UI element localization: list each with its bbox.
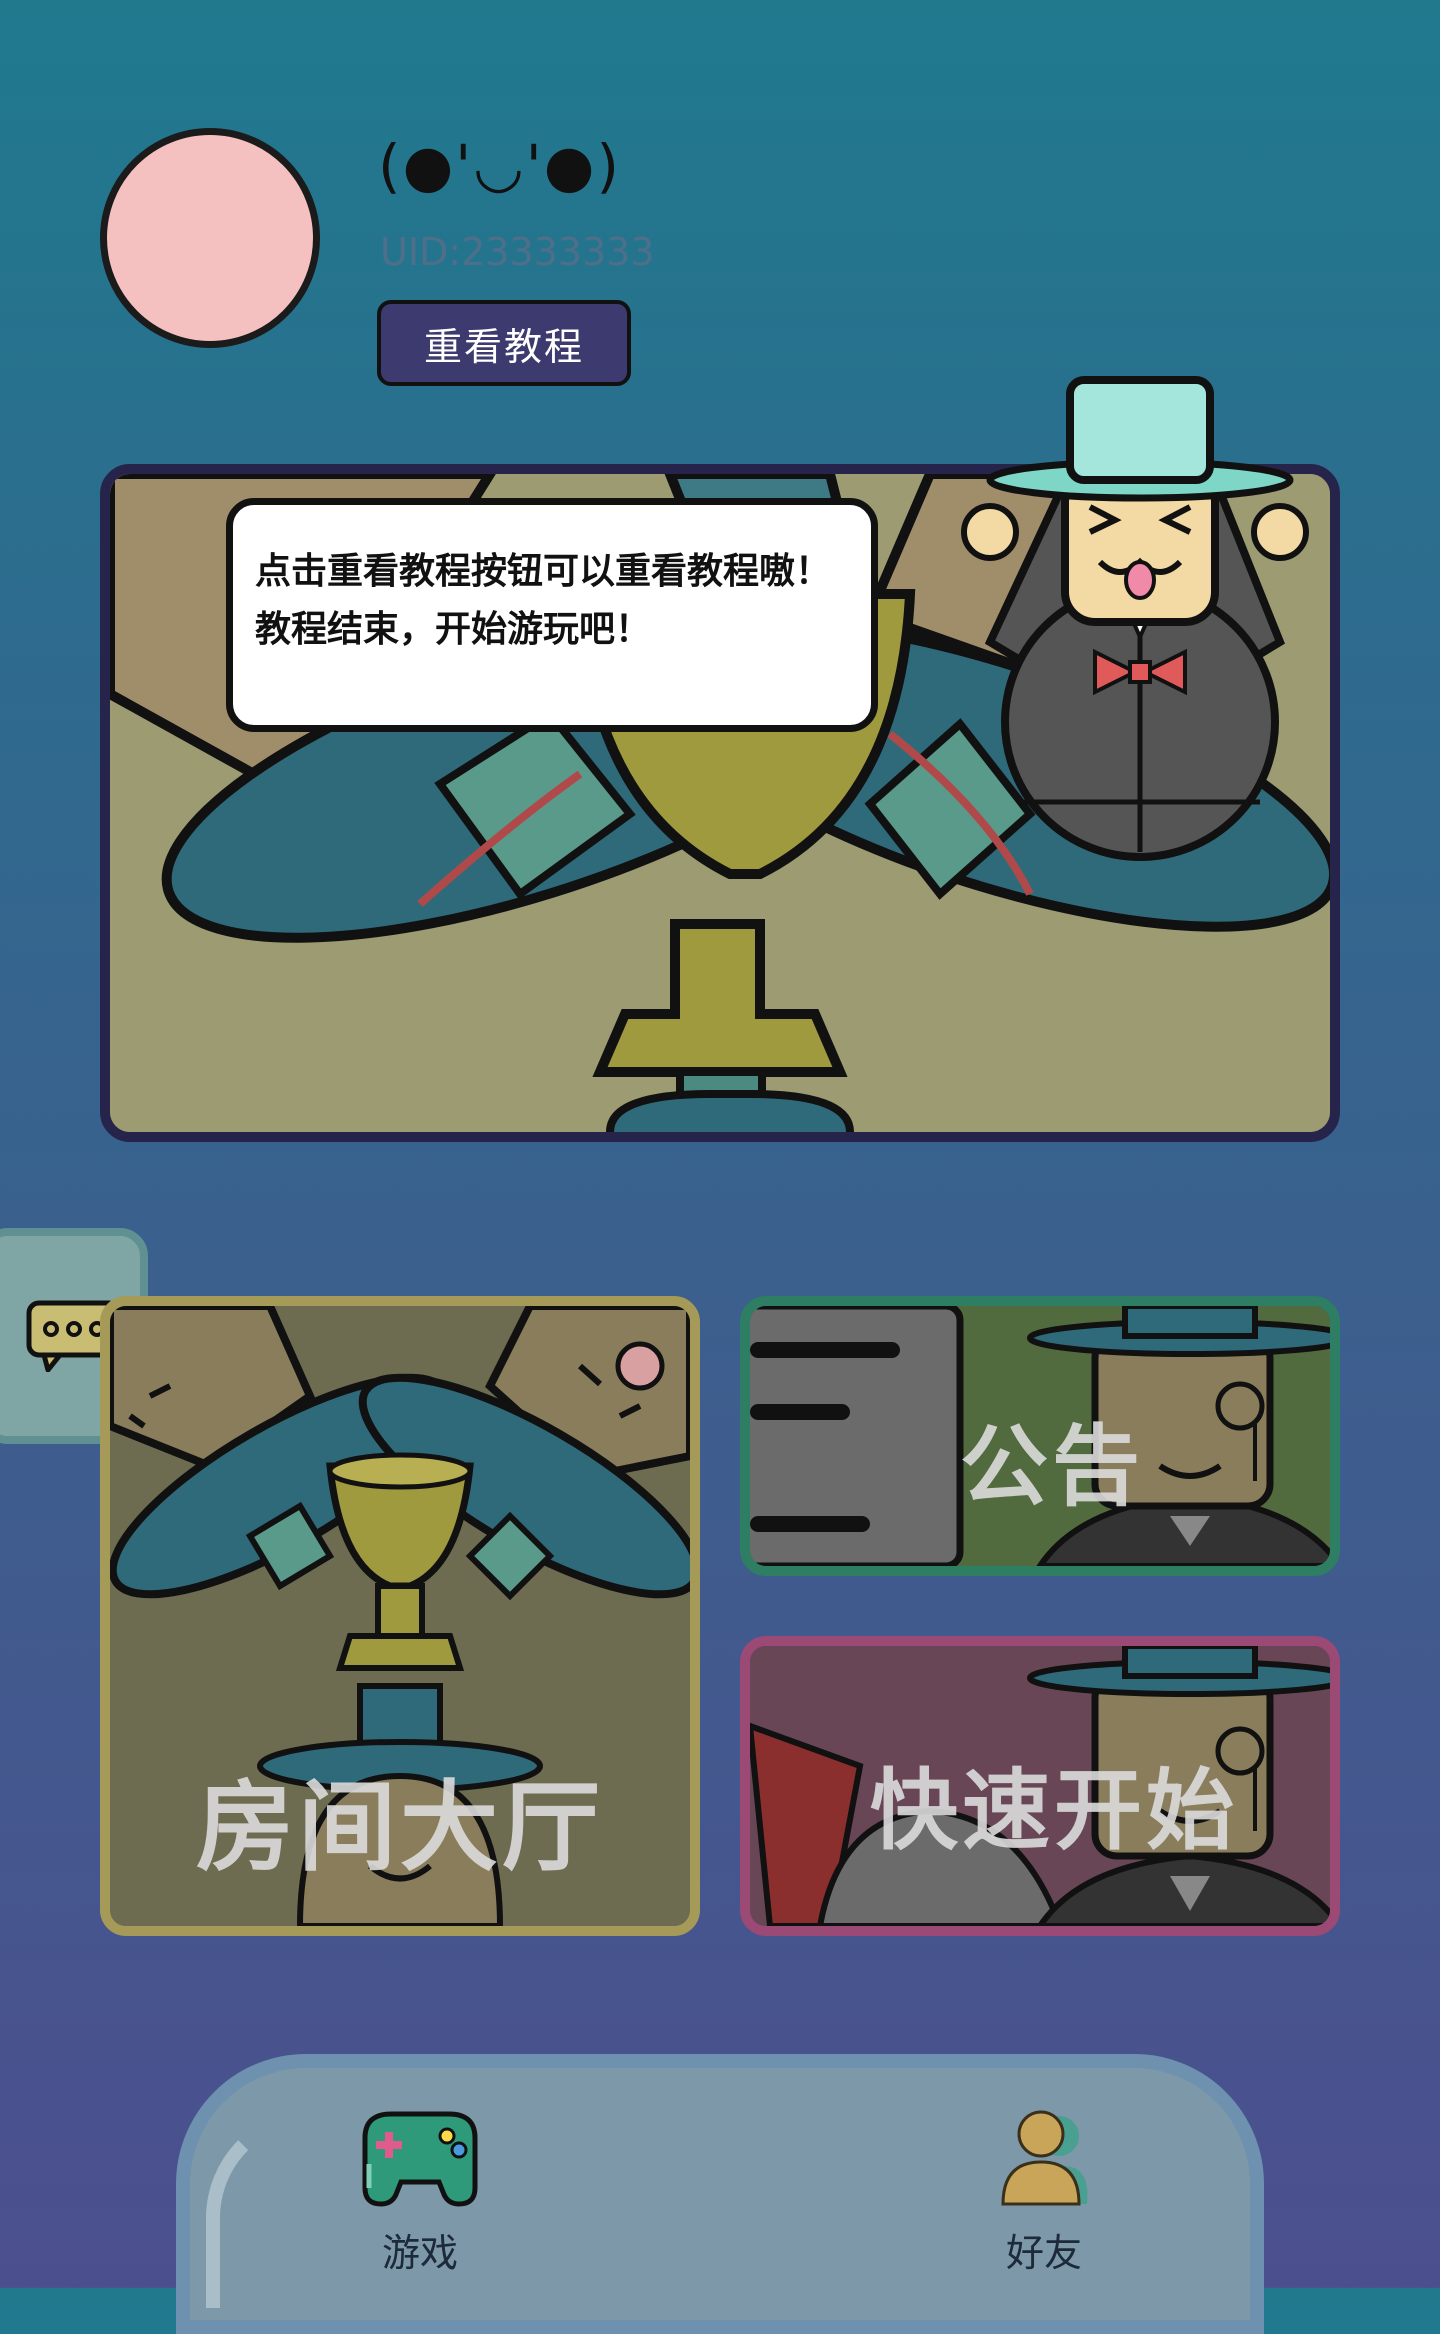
nav-highlight <box>206 2108 326 2308</box>
avatar[interactable] <box>100 128 320 348</box>
nickname: (●'◡'●) <box>378 132 621 200</box>
friends-icon <box>1001 2110 1088 2206</box>
quick-start-card[interactable]: 快速开始 <box>740 1636 1340 1936</box>
uid-text: UID:23333333 <box>380 230 655 274</box>
nav-item-game[interactable]: 游戏 <box>320 2108 520 2277</box>
gamepad-icon <box>362 2111 478 2207</box>
quick-start-label: 快速开始 <box>870 1759 1239 1862</box>
notice-label: 公告 <box>960 1415 1145 1518</box>
bottom-nav: 游戏 好友 <box>176 2054 1264 2334</box>
room-hall-card[interactable]: 房间大厅 <box>100 1296 700 1936</box>
nav-item-friends[interactable]: 好友 <box>944 2108 1144 2277</box>
notice-card[interactable]: 公告 <box>740 1296 1340 1576</box>
mascot-character <box>961 376 1309 861</box>
retutorial-button[interactable]: 重看教程 <box>377 300 631 386</box>
room-hall-label: 房间大厅 <box>195 1771 604 1885</box>
nav-label-game: 游戏 <box>381 2231 458 2275</box>
nav-label-friends: 好友 <box>1005 2231 1082 2275</box>
tutorial-speech-bubble: 点击重看教程按钮可以重看教程嗷！教程结束，开始游玩吧！ <box>226 498 878 732</box>
